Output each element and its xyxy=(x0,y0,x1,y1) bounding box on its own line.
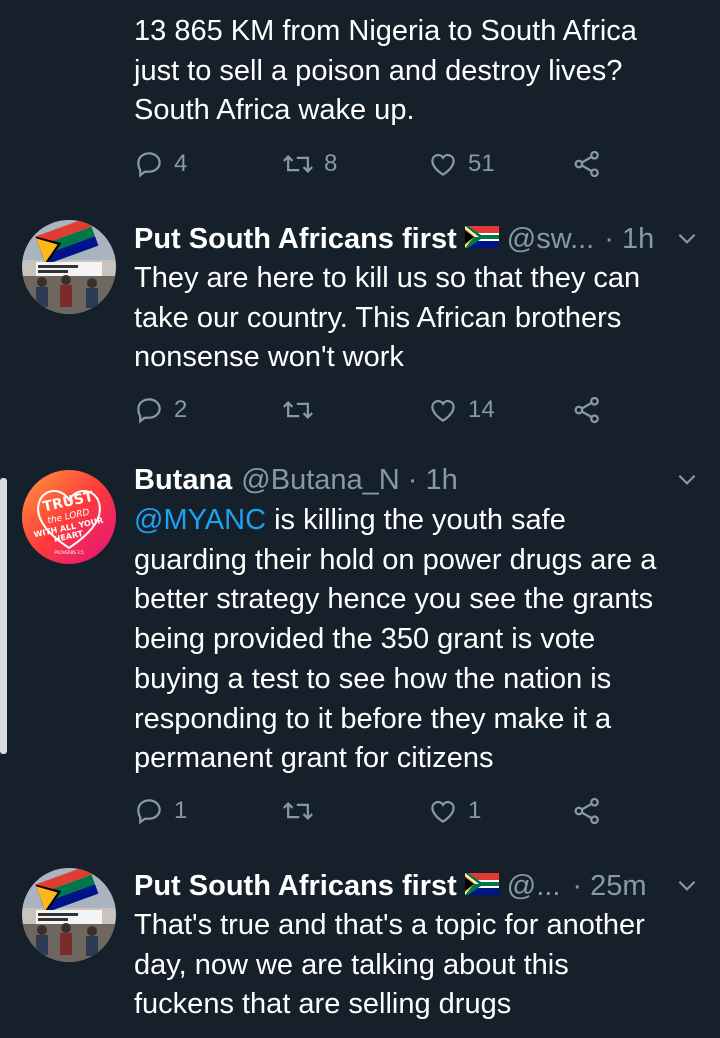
share-icon xyxy=(574,797,599,825)
tweet-3-actions: 1 1 xyxy=(134,791,614,831)
like-icon xyxy=(431,800,455,823)
reply-icon xyxy=(137,398,161,424)
timestamp[interactable]: · 1h xyxy=(408,464,458,497)
scrollbar[interactable] xyxy=(0,478,7,754)
reply-button[interactable]: 4 xyxy=(134,144,187,184)
like-icon xyxy=(431,153,455,176)
tweet-1[interactable]: 13 865 KM from Nigeria to South Africa j… xyxy=(0,0,720,200)
tweet-2-body: They are here to kill us so that they ca… xyxy=(134,262,641,374)
tweet-3-body: @MYANC is killing the youth safe guardin… xyxy=(134,504,657,775)
author-handle[interactable]: @sw... xyxy=(507,223,594,256)
timestamp[interactable]: · 1h xyxy=(604,223,654,256)
south-africa-flag-icon xyxy=(464,223,499,256)
share-icon xyxy=(574,396,599,424)
chevron-down-icon[interactable] xyxy=(674,225,700,251)
tweet-4-body: That's true and that's a topic for anoth… xyxy=(134,909,645,1021)
timestamp[interactable]: · 25m xyxy=(572,870,646,903)
like-button[interactable]: 14 xyxy=(428,390,495,430)
author-name[interactable]: Put South Africans first xyxy=(134,870,457,903)
chevron-down-icon[interactable] xyxy=(674,872,700,898)
share-icon xyxy=(574,150,599,178)
tweet-2-actions: 2 14 xyxy=(134,390,614,430)
author-name[interactable]: Put South Africans first xyxy=(134,223,457,256)
tweet-4[interactable]: Put South Africans first @... · 25m That… xyxy=(0,850,720,1038)
reply-button[interactable]: 2 xyxy=(134,390,187,430)
reply-count: 4 xyxy=(174,150,188,177)
chevron-down-icon[interactable] xyxy=(674,466,700,492)
like-count: 51 xyxy=(468,150,495,177)
tweet-1-actions: 4 8 51 xyxy=(134,144,614,184)
share-button[interactable] xyxy=(572,390,602,430)
retweet-button[interactable]: 8 xyxy=(282,144,337,184)
protest-photo-avatar xyxy=(22,868,116,962)
tweet-header: Put South Africans first @sw... · 1h xyxy=(134,219,700,259)
avatar[interactable] xyxy=(22,220,116,314)
reply-icon xyxy=(137,152,161,178)
retweet-button[interactable] xyxy=(282,390,324,430)
avatar[interactable] xyxy=(22,868,116,962)
tweet-2[interactable]: Put South Africans first @sw... · 1h The… xyxy=(0,200,720,450)
scripture-logo-avatar: TRUST the LORD WITH ALL YOUR HEART PROVE… xyxy=(22,470,116,564)
retweet-button[interactable] xyxy=(282,791,324,831)
reply-icon xyxy=(137,799,161,825)
mention-link[interactable]: @MYANC xyxy=(134,504,266,536)
author-handle[interactable]: @Butana_N xyxy=(241,464,399,497)
tweet-header: Put South Africans first @... · 25m xyxy=(134,866,700,906)
reply-button[interactable]: 1 xyxy=(134,791,187,831)
like-icon xyxy=(431,399,455,422)
author-handle[interactable]: @... xyxy=(507,870,561,903)
retweet-icon xyxy=(283,802,313,820)
share-button[interactable] xyxy=(572,791,602,831)
like-button[interactable]: 1 xyxy=(428,791,481,831)
retweet-count: 8 xyxy=(324,150,338,177)
svg-text:PROVERBS 3:5: PROVERBS 3:5 xyxy=(54,550,84,555)
author-name[interactable]: Butana xyxy=(134,464,232,497)
south-africa-flag-icon xyxy=(464,870,499,903)
like-count: 1 xyxy=(468,797,482,824)
protest-photo-avatar xyxy=(22,220,116,314)
tweet-header: Butana @Butana_N · 1h xyxy=(134,460,700,500)
tweet-1-body: 13 865 KM from Nigeria to South Africa j… xyxy=(134,15,637,127)
like-count: 14 xyxy=(468,396,495,423)
retweet-icon xyxy=(283,155,313,173)
like-button[interactable]: 51 xyxy=(428,144,495,184)
avatar[interactable]: TRUST the LORD WITH ALL YOUR HEART PROVE… xyxy=(22,470,116,564)
tweet-3[interactable]: TRUST the LORD WITH ALL YOUR HEART PROVE… xyxy=(0,450,720,850)
share-button[interactable] xyxy=(572,144,602,184)
reply-count: 2 xyxy=(174,396,188,423)
reply-count: 1 xyxy=(174,797,188,824)
retweet-icon xyxy=(283,401,313,419)
